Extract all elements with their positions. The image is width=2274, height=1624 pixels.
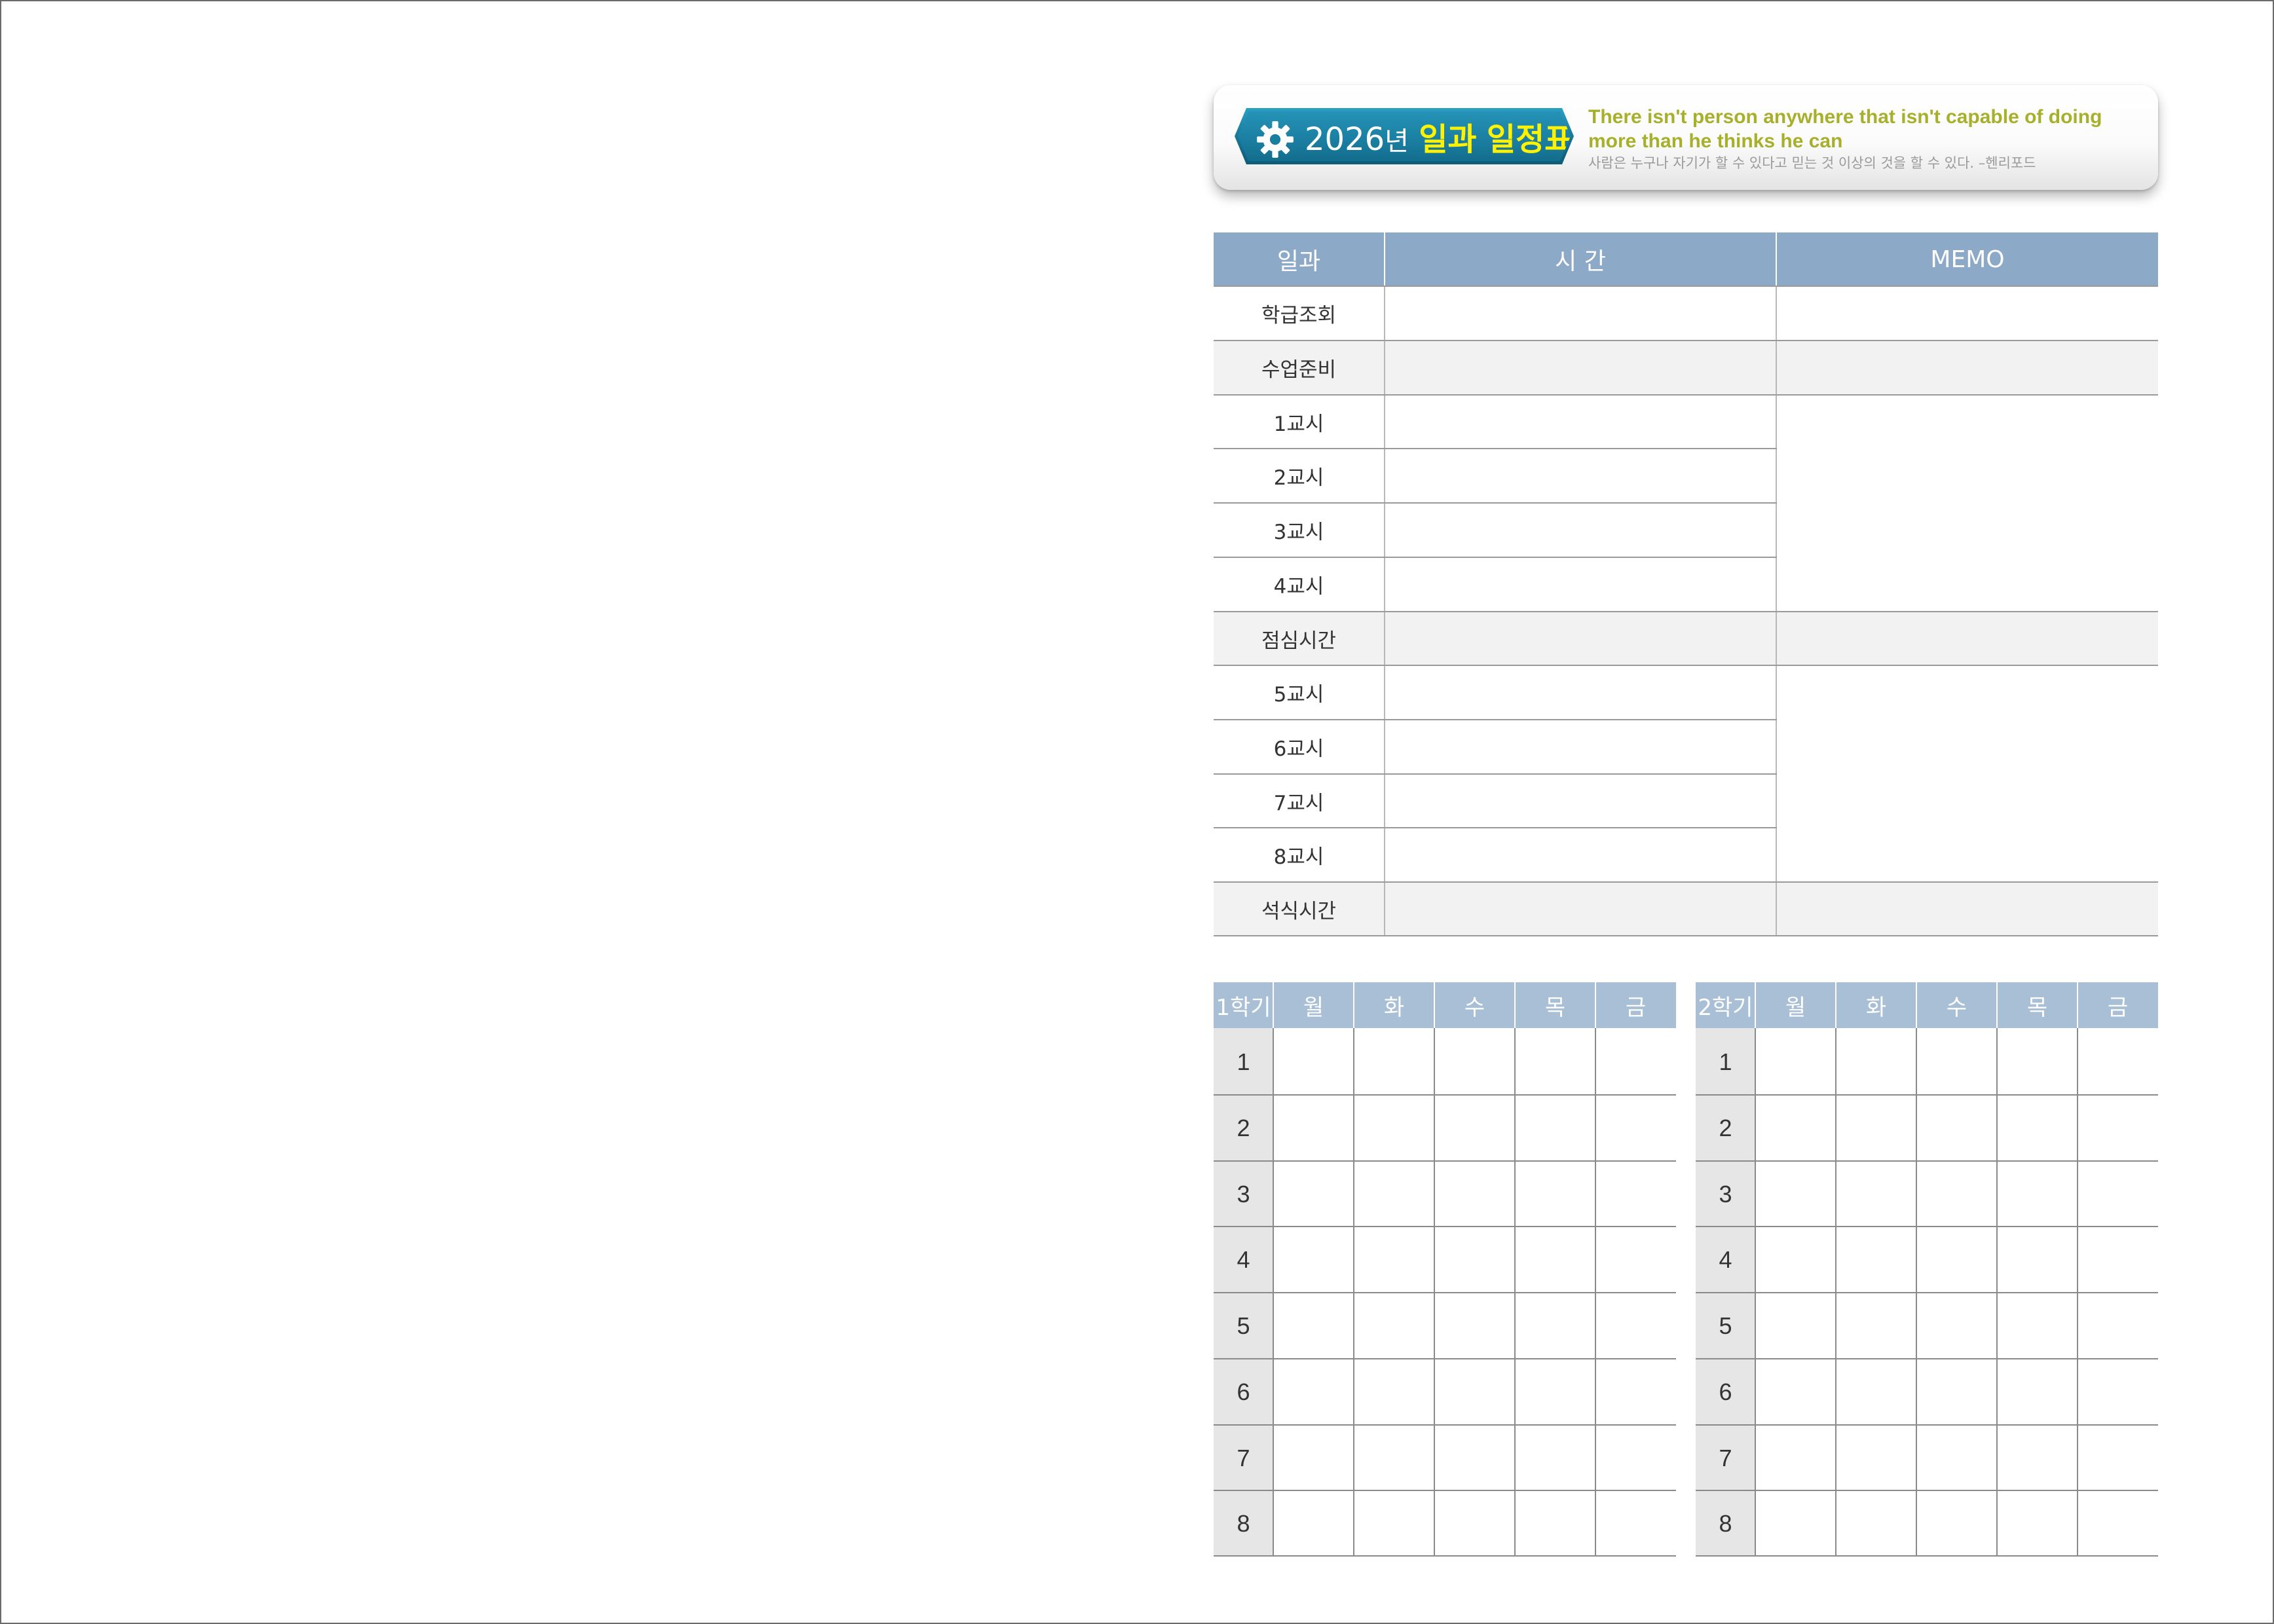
period-number: 3 bbox=[1237, 1181, 1250, 1208]
row-label: 학급조회 bbox=[1261, 304, 1337, 327]
grid-line bbox=[1696, 1292, 2158, 1293]
header-divider bbox=[1776, 232, 1777, 286]
grid-line bbox=[1214, 557, 1777, 558]
day-header: 화 bbox=[1865, 994, 1887, 1021]
grid-line bbox=[1696, 1555, 2158, 1557]
day-header: 목 bbox=[1544, 994, 1566, 1021]
grid-line bbox=[1696, 1226, 2158, 1227]
header-divider bbox=[1835, 982, 1836, 1028]
header-divider bbox=[1755, 982, 1756, 1028]
quote-english: There isn't person anywhere that isn't c… bbox=[1588, 106, 2102, 152]
period-number: 8 bbox=[1719, 1510, 1732, 1537]
grid-line bbox=[1214, 1490, 1676, 1491]
grid-line bbox=[1696, 1094, 2158, 1096]
row-label: 수업준비 bbox=[1261, 358, 1337, 382]
header-divider bbox=[1273, 982, 1274, 1028]
row-label: 2교시 bbox=[1273, 466, 1324, 490]
grid-line bbox=[1214, 611, 2158, 612]
grid-line bbox=[1214, 1226, 1676, 1227]
day-header: 목 bbox=[2026, 994, 2048, 1021]
header-time: 시 간 bbox=[1385, 232, 1776, 286]
day-header: 화 bbox=[1383, 994, 1405, 1021]
row-label: 6교시 bbox=[1273, 737, 1324, 761]
semester-title: 1학기 bbox=[1216, 994, 1271, 1021]
period-number: 1 bbox=[1719, 1048, 1732, 1075]
period-number: 6 bbox=[1237, 1378, 1250, 1405]
grid-line bbox=[1214, 1555, 1676, 1557]
header-divider bbox=[1384, 232, 1385, 286]
grid-line bbox=[1214, 394, 2158, 396]
title-word-2: 일정표 bbox=[1486, 121, 1574, 158]
grid-line bbox=[1696, 1358, 2158, 1359]
header-divider bbox=[1996, 982, 1998, 1028]
grid-line bbox=[1214, 448, 1777, 449]
day-header: 수 bbox=[1946, 994, 1967, 1021]
grid-line bbox=[1214, 502, 1777, 504]
semester-2-timetable: 2학기 월 화 수 목 금 1 2 3 4 5 6 7 8 bbox=[1696, 982, 2158, 1557]
row-label: 4교시 bbox=[1273, 575, 1324, 599]
semester-1-timetable: 1학기 월 화 수 목 금 1 2 3 4 5 6 7 8 bbox=[1214, 982, 1676, 1557]
grid-line bbox=[1214, 1094, 1676, 1096]
period-number: 2 bbox=[1719, 1115, 1732, 1141]
grid-line bbox=[1214, 827, 1777, 828]
grid-line bbox=[1214, 1160, 1676, 1162]
row-label: 석식시간 bbox=[1261, 900, 1337, 923]
day-header: 금 bbox=[1625, 994, 1647, 1021]
grid-line bbox=[1696, 1160, 2158, 1162]
header-activity: 일과 bbox=[1214, 232, 1384, 286]
semester-title: 2학기 bbox=[1698, 994, 1753, 1021]
header-divider bbox=[2077, 982, 2078, 1028]
title-badge: 2026년 일과 일정표 bbox=[1235, 108, 1574, 164]
daily-schedule-table: 일과 시 간 MEMO 학급조회 수업준비 1교시 2교시 3교시 4교시 점심… bbox=[1214, 232, 2158, 936]
header-divider bbox=[1514, 982, 1516, 1028]
page-title: 2026년 일과 일정표 bbox=[1305, 111, 1573, 168]
header-divider bbox=[1434, 982, 1435, 1028]
grid-line bbox=[1214, 340, 2158, 341]
grid-line bbox=[1696, 1490, 2158, 1491]
period-number: 4 bbox=[1719, 1246, 1732, 1273]
title-year-suffix: 년 bbox=[1385, 126, 1409, 157]
row-label: 3교시 bbox=[1273, 521, 1324, 544]
period-number: 3 bbox=[1719, 1181, 1732, 1208]
grid-line bbox=[1696, 1424, 2158, 1426]
grid-line bbox=[1776, 232, 1777, 936]
title-word-1: 일과 bbox=[1419, 121, 1477, 158]
grid-line bbox=[1214, 1292, 1676, 1293]
day-header: 금 bbox=[2107, 994, 2129, 1021]
row-label: 점심시간 bbox=[1261, 629, 1337, 653]
day-header: 수 bbox=[1464, 994, 1485, 1021]
header-divider bbox=[1595, 982, 1596, 1028]
row-label: 7교시 bbox=[1273, 792, 1324, 815]
grid-line bbox=[1214, 773, 1777, 775]
period-number: 5 bbox=[1719, 1312, 1732, 1339]
header-banner: 2026년 일과 일정표 There isn't person anywhere… bbox=[1214, 85, 2158, 190]
grid-line bbox=[1214, 881, 2158, 883]
title-year: 2026 bbox=[1305, 121, 1385, 158]
header-memo: MEMO bbox=[1777, 232, 2158, 286]
row-label: 5교시 bbox=[1273, 683, 1324, 707]
row-label: 1교시 bbox=[1273, 413, 1324, 436]
gear-icon bbox=[1256, 120, 1294, 158]
row-label: 8교시 bbox=[1273, 845, 1324, 869]
header-divider bbox=[1353, 982, 1354, 1028]
period-number: 8 bbox=[1237, 1510, 1250, 1537]
period-number: 7 bbox=[1237, 1445, 1250, 1471]
period-number: 7 bbox=[1719, 1445, 1732, 1471]
period-number: 6 bbox=[1719, 1378, 1732, 1405]
quote-korean: 사람은 누구나 자기가 할 수 있다고 믿는 것 이상의 것을 할 수 있다. … bbox=[1588, 155, 2036, 171]
grid-line bbox=[1214, 719, 1777, 720]
grid-line bbox=[1214, 286, 2158, 287]
period-number: 5 bbox=[1237, 1312, 1250, 1339]
grid-line bbox=[1214, 1424, 1676, 1426]
period-number: 2 bbox=[1237, 1115, 1250, 1141]
period-number: 1 bbox=[1237, 1048, 1250, 1075]
grid-line bbox=[1214, 1358, 1676, 1359]
day-header: 월 bbox=[1785, 994, 1806, 1021]
header-divider bbox=[1916, 982, 1917, 1028]
period-number: 4 bbox=[1237, 1246, 1250, 1273]
grid-line bbox=[1214, 665, 2158, 666]
day-header: 월 bbox=[1303, 994, 1324, 1021]
grid-line bbox=[1214, 935, 2158, 936]
grid-line bbox=[1384, 232, 1385, 936]
